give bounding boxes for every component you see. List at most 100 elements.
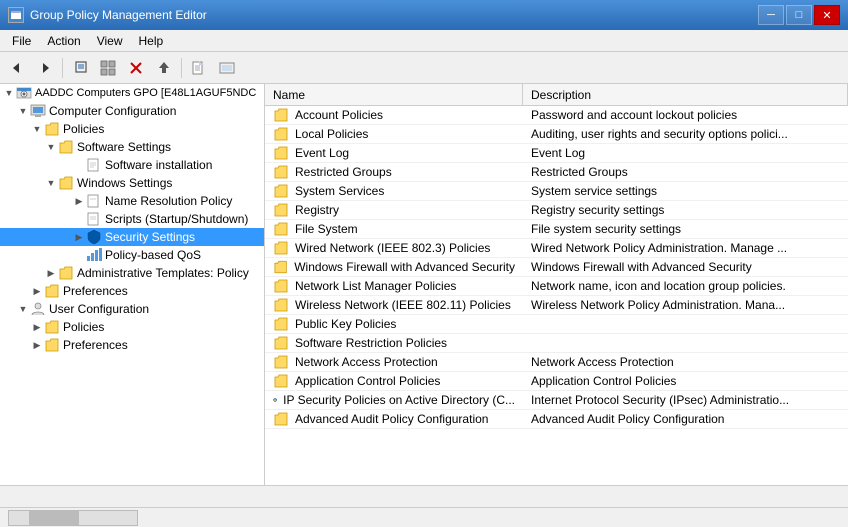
tree-admin-templates[interactable]: ▶ Administrative Templates: Policy <box>0 264 264 282</box>
pref-cc-expander[interactable]: ▶ <box>30 284 44 298</box>
list-row[interactable]: IP Security Policies on Active Directory… <box>265 391 848 410</box>
tree-security-settings[interactable]: ▶ Security Settings <box>0 228 264 246</box>
status-bar <box>0 485 848 507</box>
row-name-text: Network List Manager Policies <box>295 279 456 293</box>
tree-scripts[interactable]: ▶ Scripts (Startup/Shutdown) <box>0 210 264 228</box>
si-expander[interactable]: ▶ <box>72 158 86 172</box>
uc-label: User Configuration <box>49 302 149 316</box>
list-cell-desc: Restricted Groups <box>523 164 848 180</box>
row-name-text: Network Access Protection <box>295 355 438 369</box>
folder-icon <box>273 278 289 294</box>
list-row[interactable]: Wired Network (IEEE 802.3) PoliciesWired… <box>265 239 848 258</box>
qos-expander[interactable]: ▶ <box>72 248 86 262</box>
list-cell-name: Windows Firewall with Advanced Security <box>265 258 523 276</box>
user-config-icon <box>30 301 46 317</box>
tree-user-config[interactable]: ▼ User Configuration <box>0 300 264 318</box>
header-desc[interactable]: Description <box>523 84 848 105</box>
ws-expander[interactable]: ▼ <box>44 176 58 190</box>
folder-icon <box>273 202 289 218</box>
folder-icon <box>273 240 289 256</box>
list-row[interactable]: Windows Firewall with Advanced SecurityW… <box>265 258 848 277</box>
windows-settings-icon <box>58 175 74 191</box>
nr-expander[interactable]: ▶ <box>72 194 86 208</box>
menu-help[interactable]: Help <box>131 32 172 50</box>
cc-expander[interactable]: ▼ <box>16 104 30 118</box>
list-row[interactable]: Event LogEvent Log <box>265 144 848 163</box>
tree-software-settings[interactable]: ▼ Software Settings <box>0 138 264 156</box>
tree-preferences-cc[interactable]: ▶ Preferences <box>0 282 264 300</box>
tree-policies-uc[interactable]: ▶ Policies <box>0 318 264 336</box>
list-row[interactable]: Wireless Network (IEEE 802.11) PoliciesW… <box>265 296 848 315</box>
new-button[interactable] <box>186 56 212 80</box>
toolbar-sep-2 <box>181 58 182 78</box>
tree-policy-qos[interactable]: ▶ Policy-based QoS <box>0 246 264 264</box>
view-toggle[interactable] <box>95 56 121 80</box>
list-row[interactable]: Software Restriction Policies <box>265 334 848 353</box>
list-cell-name: System Services <box>265 182 523 200</box>
menu-view[interactable]: View <box>89 32 131 50</box>
forward-button[interactable] <box>32 56 58 80</box>
list-cell-desc: Password and account lockout policies <box>523 107 848 123</box>
ss-expander[interactable]: ▼ <box>44 140 58 154</box>
row-name-text: Windows Firewall with Advanced Security <box>294 260 515 274</box>
up-button[interactable] <box>67 56 93 80</box>
list-row[interactable]: Local PoliciesAuditing, user rights and … <box>265 125 848 144</box>
row-name-text: Software Restriction Policies <box>295 336 447 350</box>
row-name-text: Account Policies <box>295 108 383 122</box>
back-button[interactable] <box>4 56 30 80</box>
list-cell-name: Wired Network (IEEE 802.3) Policies <box>265 239 523 257</box>
tree-windows-settings[interactable]: ▼ Windows Settings <box>0 174 264 192</box>
list-cell-name: Wireless Network (IEEE 802.11) Policies <box>265 296 523 314</box>
cc-label: Computer Configuration <box>49 104 176 118</box>
list-cell-desc: Event Log <box>523 145 848 161</box>
tree-root[interactable]: ▼ AADDC Computers GPO [E48L1AGUF5NDC <box>0 84 264 102</box>
scrollbar-thumb[interactable] <box>29 511 79 525</box>
list-row[interactable]: RegistryRegistry security settings <box>265 201 848 220</box>
export-button[interactable] <box>151 56 177 80</box>
list-cell-desc: Advanced Audit Policy Configuration <box>523 411 848 427</box>
menu-file[interactable]: File <box>4 32 39 50</box>
uc-expander[interactable]: ▼ <box>16 302 30 316</box>
list-row[interactable]: File SystemFile system security settings <box>265 220 848 239</box>
folder-icon <box>273 107 289 123</box>
folder-icon <box>273 221 289 237</box>
at-expander[interactable]: ▶ <box>44 266 58 280</box>
list-row[interactable]: Public Key Policies <box>265 315 848 334</box>
maximize-button[interactable]: □ <box>786 5 812 25</box>
delete-button[interactable] <box>123 56 149 80</box>
horizontal-scrollbar[interactable] <box>8 510 138 526</box>
list-row[interactable]: Network List Manager PoliciesNetwork nam… <box>265 277 848 296</box>
tree-computer-config[interactable]: ▼ Computer Configuration <box>0 102 264 120</box>
close-button[interactable]: ✕ <box>814 5 840 25</box>
list-row[interactable]: System ServicesSystem service settings <box>265 182 848 201</box>
properties-button[interactable] <box>214 56 240 80</box>
row-name-text: Restricted Groups <box>295 165 392 179</box>
list-cell-desc: Internet Protocol Security (IPsec) Admin… <box>523 392 848 408</box>
pref-uc-expander[interactable]: ▶ <box>30 338 44 352</box>
window-title: Group Policy Management Editor <box>30 8 207 22</box>
list-row[interactable]: Network Access ProtectionNetwork Access … <box>265 353 848 372</box>
list-cell-desc <box>523 323 848 325</box>
tree-preferences-uc[interactable]: ▶ Preferences <box>0 336 264 354</box>
folder-icon <box>273 335 289 351</box>
tree-software-installation[interactable]: ▶ Software installation <box>0 156 264 174</box>
list-row[interactable]: Restricted Groups Restricted Groups <box>265 163 848 182</box>
policies-cc-icon <box>44 121 60 137</box>
title-bar: Group Policy Management Editor ─ □ ✕ <box>0 0 848 30</box>
scripts-expander[interactable]: ▶ <box>72 212 86 226</box>
root-icon <box>16 85 32 101</box>
policies-cc-expander[interactable]: ▼ <box>30 122 44 136</box>
header-name[interactable]: Name <box>265 84 523 105</box>
list-row[interactable]: Account Policies Password and account loc… <box>265 106 848 125</box>
tree-policies-cc[interactable]: ▼ Policies <box>0 120 264 138</box>
minimize-button[interactable]: ─ <box>758 5 784 25</box>
root-expander[interactable]: ▼ <box>2 86 16 100</box>
tree-name-resolution[interactable]: ▶ Name Resolution Policy <box>0 192 264 210</box>
sec-expander[interactable]: ▶ <box>72 230 86 244</box>
root-label: AADDC Computers GPO [E48L1AGUF5NDC <box>35 87 256 99</box>
list-row[interactable]: Advanced Audit Policy ConfigurationAdvan… <box>265 410 848 429</box>
list-row[interactable]: Application Control PoliciesApplication … <box>265 372 848 391</box>
policies-uc-expander[interactable]: ▶ <box>30 320 44 334</box>
menu-action[interactable]: Action <box>39 32 88 50</box>
app-icon <box>8 7 24 23</box>
